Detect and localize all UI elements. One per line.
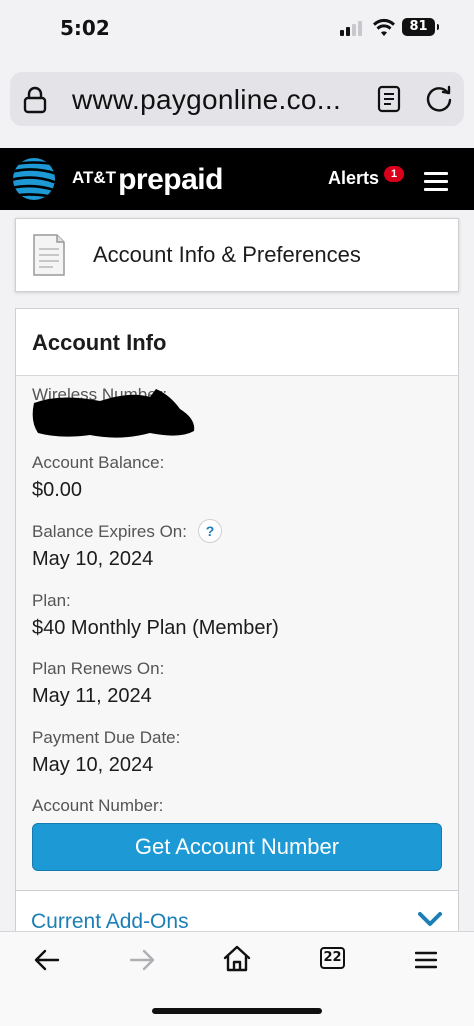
att-prepaid-logo[interactable]: AT&Tprepaid xyxy=(72,163,223,197)
payment-due-value: May 10, 2024 xyxy=(32,754,154,776)
home-icon[interactable] xyxy=(222,944,252,972)
cellular-signal-icon xyxy=(340,20,366,36)
plan-renews-value: May 11, 2024 xyxy=(32,685,152,707)
brand-att: AT&T xyxy=(72,168,117,187)
balance-expires-label: Balance Expires On: xyxy=(32,522,187,541)
get-account-number-button[interactable]: Get Account Number xyxy=(32,823,442,871)
balance-expires-value: May 10, 2024 xyxy=(32,548,154,570)
hamburger-menu-icon[interactable] xyxy=(424,172,448,192)
status-time: 5:02 xyxy=(60,16,110,40)
alerts-link[interactable]: Alerts xyxy=(328,168,379,189)
home-indicator xyxy=(152,1008,322,1014)
chevron-down-icon[interactable] xyxy=(418,910,442,928)
account-balance-label: Account Balance: xyxy=(32,453,165,472)
redacted-wireless-number xyxy=(32,389,195,438)
tabs-count-icon[interactable]: 22 xyxy=(320,947,345,969)
account-info-header: Account Info xyxy=(16,309,458,376)
brand-prepaid: prepaid xyxy=(118,163,223,196)
url-text[interactable]: www.paygonline.co... xyxy=(72,84,341,116)
battery-icon: 81 xyxy=(402,18,439,36)
page-content: Account Info & Preferences Account Info … xyxy=(0,210,474,930)
reload-icon[interactable] xyxy=(424,84,454,114)
wifi-icon xyxy=(373,18,395,36)
help-icon[interactable]: ? xyxy=(198,519,222,543)
forward-arrow-icon[interactable] xyxy=(129,948,155,972)
reader-mode-icon[interactable] xyxy=(377,85,401,113)
lock-icon xyxy=(23,86,47,114)
document-icon xyxy=(33,234,65,276)
att-globe-logo-icon[interactable] xyxy=(11,156,57,202)
account-number-label: Account Number: xyxy=(32,796,164,815)
payment-due-label: Payment Due Date: xyxy=(32,728,181,747)
plan-label: Plan: xyxy=(32,591,71,610)
account-balance-value: $0.00 xyxy=(32,479,83,501)
account-info-heading: Account Info xyxy=(32,330,167,355)
site-header: AT&Tprepaid xyxy=(0,148,474,210)
account-info-card: Account Info Wireless Number: Account Ba… xyxy=(15,308,459,928)
menu-icon[interactable] xyxy=(415,950,437,970)
page-title-card: Account Info & Preferences xyxy=(15,218,459,292)
page-title: Account Info & Preferences xyxy=(93,242,361,267)
alerts-count-badge: 1 xyxy=(384,166,404,182)
address-bar[interactable]: www.paygonline.co... xyxy=(10,72,464,126)
plan-renews-label: Plan Renews On: xyxy=(32,659,165,678)
plan-value: $40 Monthly Plan (Member) xyxy=(32,617,279,639)
back-arrow-icon[interactable] xyxy=(34,948,60,972)
status-bar: 5:02 81 xyxy=(0,0,474,58)
